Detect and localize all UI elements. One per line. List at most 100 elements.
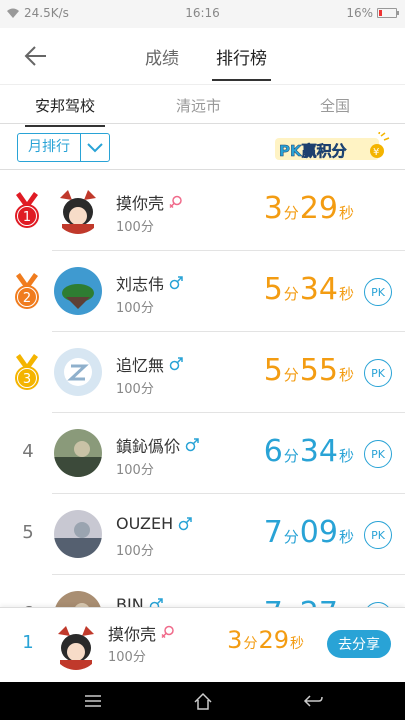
user-score: 100分 xyxy=(116,463,154,478)
tab-national[interactable]: 全国 xyxy=(320,95,350,116)
completion-time: 7 分 09 秒 xyxy=(264,515,355,550)
back-arrow-icon[interactable] xyxy=(22,42,50,70)
male-icon xyxy=(185,438,199,452)
my-time-minutes: 3 xyxy=(227,626,243,654)
time-second-unit: 秒 xyxy=(338,528,354,546)
my-score: 100分 xyxy=(108,650,146,665)
time-minute-unit: 分 xyxy=(283,366,299,384)
my-time-second-unit: 秒 xyxy=(290,636,304,652)
pk-button[interactable]: PK xyxy=(364,521,392,549)
medal-rank-number: 2 xyxy=(23,291,31,306)
leaderboard-row[interactable]: 2 刘志伟 100分 5 分 34 秒 PK xyxy=(0,251,405,332)
medal-icon: 3 xyxy=(15,354,39,390)
period-dropdown[interactable]: 月排行 xyxy=(17,133,110,162)
period-label: 月排行 xyxy=(18,134,81,161)
medal-icon: 1 xyxy=(15,192,39,228)
user-avatar[interactable] xyxy=(54,429,102,477)
svg-text:¥: ¥ xyxy=(373,147,379,158)
medal-rank-number: 1 xyxy=(23,210,31,225)
time-minutes: 7 xyxy=(263,515,283,550)
user-name: 追忆無 xyxy=(116,352,183,376)
user-score: 100分 xyxy=(116,220,154,235)
user-name: 鎮鈊僞伱 xyxy=(116,433,199,457)
completion-time: 5 分 55 秒 xyxy=(264,353,355,388)
menu-icon[interactable] xyxy=(82,691,104,711)
user-score: 100分 xyxy=(116,301,154,316)
time-second-unit: 秒 xyxy=(338,285,354,303)
time-minute-unit: 分 xyxy=(283,285,299,303)
time-minutes: 3 xyxy=(263,191,283,226)
time-second-unit: 秒 xyxy=(338,366,354,384)
user-name-text: 刘志伟 xyxy=(116,275,165,294)
my-time-minute-unit: 分 xyxy=(243,636,258,652)
male-icon xyxy=(169,276,183,290)
time-minute-unit: 分 xyxy=(283,204,299,222)
chevron-down-icon xyxy=(81,142,109,153)
back-nav-icon[interactable] xyxy=(302,691,324,711)
home-icon[interactable] xyxy=(192,691,214,711)
tab-scores[interactable]: 成绩 xyxy=(145,44,179,69)
time-seconds: 34 xyxy=(299,272,338,307)
top-header: 成绩 排行榜 xyxy=(0,28,405,84)
time-minute-unit: 分 xyxy=(283,447,299,465)
pk-button[interactable]: PK xyxy=(364,278,392,306)
medal-rank-number: 3 xyxy=(23,372,31,387)
female-icon xyxy=(169,195,182,209)
status-right: 16% xyxy=(346,6,399,20)
tab-city[interactable]: 清远市 xyxy=(176,95,221,116)
time-seconds: 29 xyxy=(299,191,338,226)
user-score: 100分 xyxy=(116,544,154,559)
user-avatar[interactable] xyxy=(54,267,102,315)
rank-number: 5 xyxy=(22,522,34,543)
user-avatar[interactable] xyxy=(54,186,102,234)
battery-percent: 16% xyxy=(346,6,373,20)
time-minute-unit: 分 xyxy=(283,528,299,546)
user-name-text: 鎮鈊僞伱 xyxy=(116,437,181,456)
user-name: 摸你壳 xyxy=(116,190,183,214)
time-minutes: 5 xyxy=(263,272,283,307)
female-icon xyxy=(161,624,175,643)
time-minutes: 5 xyxy=(263,353,283,388)
leaderboard-row[interactable]: 4 鎮鈊僞伱 100分 6 分 34 秒 PK xyxy=(0,413,405,494)
time-seconds: 55 xyxy=(299,353,338,388)
time-minutes: 6 xyxy=(263,434,283,469)
my-rank-number: 1 xyxy=(22,632,34,653)
my-name: 摸你壳 xyxy=(108,621,175,645)
pk-win-points-banner[interactable]: PK赢积分 ¥ xyxy=(271,132,391,162)
completion-time: 5 分 34 秒 xyxy=(264,272,355,307)
status-bar: 24.5K/s 16:16 16% xyxy=(0,0,405,28)
user-name-text: OUZEH xyxy=(116,514,174,533)
completion-time: 6 分 34 秒 xyxy=(264,434,355,469)
user-name-text: 摸你壳 xyxy=(116,194,165,213)
user-name: OUZEH xyxy=(116,514,192,533)
leaderboard-row[interactable]: 5 OUZEH 100分 7 分 09 秒 PK xyxy=(0,494,405,575)
share-button[interactable]: 去分享 xyxy=(327,630,391,658)
medal-icon: 2 xyxy=(15,273,39,309)
pk-button[interactable]: PK xyxy=(364,440,392,468)
my-time: 3 分 29 秒 xyxy=(227,626,305,654)
time-seconds: 34 xyxy=(299,434,338,469)
user-score: 100分 xyxy=(116,382,154,397)
pk-button[interactable]: PK xyxy=(364,359,392,387)
user-avatar[interactable] xyxy=(54,348,102,396)
tab-school[interactable]: 安邦驾校 xyxy=(24,95,106,127)
leaderboard-row[interactable]: 3 追忆無 100分 5 分 55 秒 PK xyxy=(0,332,405,413)
time-seconds: 09 xyxy=(299,515,338,550)
time-second-unit: 秒 xyxy=(338,447,354,465)
my-time-seconds: 29 xyxy=(258,626,289,654)
battery-icon xyxy=(377,8,399,18)
user-name-text: 追忆無 xyxy=(116,356,165,375)
system-nav-bar xyxy=(0,682,405,720)
region-tabs: 安邦驾校 清远市 全国 xyxy=(0,84,405,127)
pk-banner-text: PK赢积分 xyxy=(279,142,347,160)
completion-time: 3 分 29 秒 xyxy=(264,191,355,226)
rank-number: 4 xyxy=(22,441,34,462)
leaderboard-row[interactable]: 1 摸你壳 100分 3 分 29 秒 xyxy=(0,170,405,251)
user-name: 刘志伟 xyxy=(116,271,183,295)
tab-leaderboard[interactable]: 排行榜 xyxy=(212,44,271,81)
my-name-text: 摸你壳 xyxy=(108,625,157,644)
user-avatar[interactable] xyxy=(54,510,102,558)
my-avatar[interactable] xyxy=(52,622,100,670)
male-icon xyxy=(169,357,183,371)
filter-row: 月排行 PK赢积分 ¥ xyxy=(0,124,405,170)
